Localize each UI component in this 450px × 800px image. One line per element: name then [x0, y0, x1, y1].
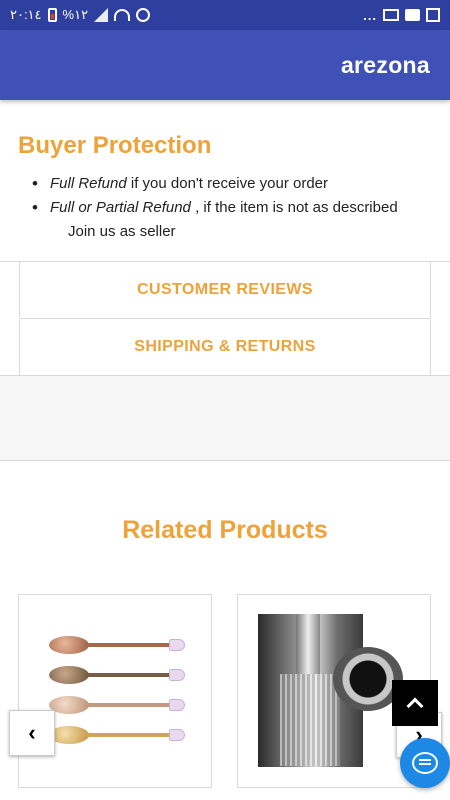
divider: [430, 262, 431, 318]
battery-icon: [47, 8, 57, 22]
message-icon: [405, 9, 420, 21]
faucet-spray: [280, 674, 340, 766]
app-bar: arezona: [0, 30, 450, 100]
buyer-protection-heading: Buyer Protection: [18, 132, 212, 159]
chevron-left-icon: ‹: [28, 720, 36, 745]
wifi-icon: [114, 9, 131, 21]
battery-percent: %١٢: [62, 7, 89, 22]
status-bar: ٢٠:١٤ %١٢ ...: [0, 0, 450, 30]
spoon-gold: [49, 726, 189, 744]
tab-shipping-returns-row: SHIPPING & RETURNS: [0, 319, 450, 375]
refund-text: if you don't receive your order: [126, 175, 329, 192]
buyer-protection-section: Buyer Protection Full Refund if you don'…: [18, 132, 438, 244]
spoon-champagne: [49, 696, 189, 714]
chat-icon: [412, 752, 438, 774]
status-right: ...: [363, 8, 440, 23]
tab-customer-reviews-row: CUSTOMER REVIEWS: [0, 262, 450, 318]
related-products-title: Related Products: [122, 516, 328, 544]
tab-customer-reviews[interactable]: CUSTOMER REVIEWS: [20, 262, 430, 318]
chevron-up-icon: [406, 697, 424, 715]
carousel-prev-button[interactable]: ‹: [9, 710, 55, 756]
join-as-seller-link[interactable]: Join us as seller: [18, 220, 438, 244]
chat-button[interactable]: [400, 738, 450, 788]
mail-icon: [383, 9, 399, 21]
tab-shipping-returns[interactable]: SHIPPING & RETURNS: [20, 319, 430, 375]
content-band: [0, 375, 450, 461]
spoon-rose-gold: [49, 636, 189, 654]
more-notifications: ...: [363, 7, 377, 23]
refund-emphasis: Full Refund: [50, 175, 127, 192]
scroll-to-top-button[interactable]: [392, 680, 438, 726]
app-title[interactable]: arezona: [341, 52, 430, 79]
status-time: ٢٠:١٤: [10, 7, 42, 22]
faucet-pipe: [296, 614, 320, 674]
signal-icon: [94, 8, 109, 22]
list-item: Full or Partial Refund , if the item is …: [32, 196, 438, 220]
alarm-icon: [136, 8, 151, 22]
buyer-protection-list: Full Refund if you don't receive your or…: [18, 172, 438, 220]
spoon-bronze: [49, 666, 189, 684]
divider: [430, 319, 431, 375]
partial-refund-text: , if the item is not as described: [190, 199, 398, 216]
status-left: ٢٠:١٤ %١٢: [10, 7, 151, 23]
image-icon: [426, 8, 440, 22]
product-card-spoons[interactable]: [18, 594, 212, 788]
partial-refund-emphasis: Full or Partial Refund: [50, 199, 191, 216]
list-item: Full Refund if you don't receive your or…: [32, 172, 438, 196]
